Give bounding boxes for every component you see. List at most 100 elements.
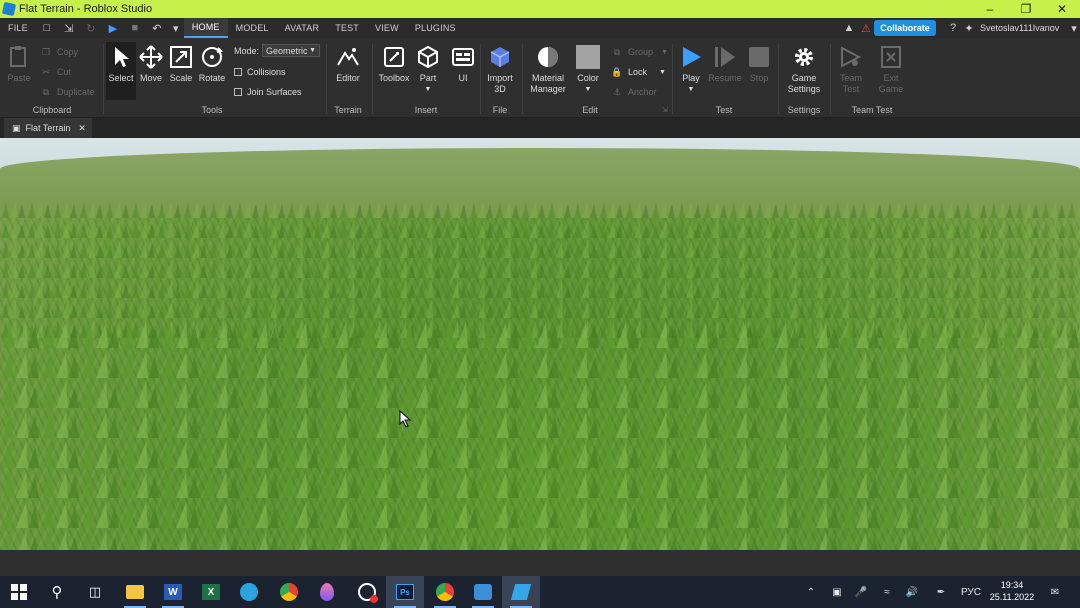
tab-test[interactable]: TEST: [327, 18, 367, 38]
taskbar-photoshop[interactable]: Ps: [386, 576, 424, 608]
anchor-button[interactable]: ⚓ Anchor: [611, 86, 657, 98]
separator: [326, 44, 327, 114]
material-manager-button[interactable]: Material Manager: [526, 44, 570, 95]
tray-app-icon[interactable]: ▣: [828, 576, 846, 608]
part-button[interactable]: Part ▼: [416, 44, 440, 95]
file-menu[interactable]: FILE: [0, 18, 36, 38]
terrain-group-label: Terrain: [334, 105, 362, 115]
group-button[interactable]: ⧉ Group ▼: [611, 46, 668, 58]
chevron-down-icon: ▼: [424, 86, 432, 93]
scale-tool-button[interactable]: Scale: [169, 44, 193, 84]
quick-access-dropdown-icon[interactable]: ▾: [172, 21, 180, 35]
paste-button[interactable]: Paste: [6, 44, 32, 84]
tab-home[interactable]: HOME: [183, 18, 228, 38]
document-tab-flat-terrain[interactable]: ▣ Flat Terrain ✕: [4, 118, 92, 138]
close-window-button[interactable]: ✕: [1044, 0, 1080, 18]
cursor-arrow-icon: [108, 44, 134, 70]
taskbar-telegram[interactable]: [230, 576, 268, 608]
task-view-icon: ◫: [88, 584, 102, 599]
stop-button[interactable]: Stop: [746, 44, 772, 84]
anchor-icon: ⚓: [612, 86, 622, 97]
new-file-icon[interactable]: □: [40, 21, 54, 35]
stop-quick-icon[interactable]: ■: [128, 21, 142, 35]
gear-icon: [791, 44, 817, 70]
tab-avatar[interactable]: AVATAR: [277, 18, 328, 38]
game-settings-button[interactable]: Game Settings: [784, 44, 824, 95]
cut-button[interactable]: ✂ Cut: [40, 66, 71, 78]
taskbar-chrome[interactable]: [270, 576, 308, 608]
help-icon[interactable]: ?: [946, 21, 960, 35]
collisions-checkbox[interactable]: Collisions: [234, 67, 286, 77]
color-button[interactable]: Color ▼: [574, 44, 602, 95]
restore-button[interactable]: ❐: [1008, 0, 1044, 18]
ui-button[interactable]: UI: [450, 44, 476, 84]
toolbox-icon: [381, 44, 407, 70]
language-indicator[interactable]: РУС: [958, 576, 984, 608]
rotate-tool-button[interactable]: Rotate: [198, 44, 226, 84]
terrain-editor-button[interactable]: Editor: [333, 44, 363, 84]
publish-icon[interactable]: ⇲: [62, 21, 76, 35]
collapse-ribbon-icon[interactable]: ▲: [842, 21, 856, 35]
system-clock[interactable]: 19:34 25.11.2022: [984, 579, 1040, 603]
import-3d-button[interactable]: Import 3D: [484, 44, 516, 95]
select-tool-button[interactable]: Select: [106, 42, 136, 100]
play-quick-icon[interactable]: ▶: [106, 21, 120, 35]
3d-viewport[interactable]: [0, 138, 1080, 550]
notifications-icon[interactable]: ⚠: [859, 21, 873, 35]
taskbar-file-explorer[interactable]: [116, 576, 154, 608]
tab-view[interactable]: VIEW: [367, 18, 407, 38]
join-surfaces-checkbox[interactable]: Join Surfaces: [234, 87, 302, 97]
taskbar-word[interactable]: W: [154, 576, 192, 608]
tray-volume[interactable]: 🔊: [902, 576, 922, 608]
play-button[interactable]: Play ▼: [678, 44, 704, 95]
minimize-button[interactable]: –: [972, 0, 1008, 18]
import-3d-icon: [487, 44, 513, 70]
telegram-icon: [240, 583, 258, 601]
tray-pen[interactable]: ✒: [930, 576, 952, 608]
taskbar-app-drop[interactable]: [308, 576, 346, 608]
paste-label: Paste: [7, 73, 31, 83]
taskbar-obs[interactable]: [348, 576, 386, 608]
team-test-group-label: Team Test: [851, 105, 893, 115]
close-icon[interactable]: ✕: [78, 123, 86, 134]
taskbar-app-blue[interactable]: [464, 576, 502, 608]
studio-bottom-panel: [0, 550, 1080, 576]
separator: [830, 44, 831, 114]
duplicate-button[interactable]: ⧉ Duplicate: [40, 86, 95, 98]
team-test-button[interactable]: Team Test: [836, 44, 866, 95]
tray-microphone[interactable]: 🎤: [852, 576, 870, 608]
user-dropdown-icon[interactable]: ▾: [1070, 21, 1078, 35]
share-icon[interactable]: ✦: [962, 21, 976, 35]
roblox-studio-taskbar-icon: [510, 584, 532, 600]
collaborate-button[interactable]: Collaborate: [874, 20, 936, 36]
tab-plugins[interactable]: PLUGINS: [407, 18, 464, 38]
mode-select[interactable]: Geometric ▼: [262, 44, 320, 57]
tab-model[interactable]: MODEL: [228, 18, 277, 38]
start-button[interactable]: [0, 576, 38, 608]
taskbar-excel[interactable]: X: [192, 576, 230, 608]
task-view-button[interactable]: ◫: [76, 576, 114, 608]
exit-game-button[interactable]: Exit Game: [876, 44, 906, 95]
toolbox-button[interactable]: Toolbox: [376, 44, 412, 84]
lock-button[interactable]: 🔒 Lock ▼: [611, 66, 666, 78]
windows-taskbar: ⚲ ◫ W X Ps ⌃ ▣ 🎤 ≈ 🔊 ✒ РУС 19:34 25.11.2…: [0, 576, 1080, 608]
resume-button[interactable]: Resume: [708, 44, 742, 84]
chevron-down-icon: ▼: [659, 68, 666, 76]
move-tool-button[interactable]: Move: [139, 44, 163, 84]
undo-icon[interactable]: ↶: [150, 21, 164, 35]
redo-icon[interactable]: ↻: [84, 21, 98, 35]
edit-settings-icon[interactable]: ⇲: [662, 106, 668, 114]
taskbar-chrome-2[interactable]: [426, 576, 464, 608]
tray-network[interactable]: ≈: [876, 576, 898, 608]
user-name[interactable]: Svetoslav111Ivanov: [980, 20, 1059, 36]
search-button[interactable]: ⚲: [38, 576, 76, 608]
chevron-down-icon: ▼: [309, 47, 316, 54]
chevron-up-icon: ⌃: [806, 586, 816, 598]
action-center-button[interactable]: ✉: [1044, 576, 1066, 608]
app-window-icon: [474, 584, 492, 600]
taskbar-roblox-studio[interactable]: [502, 576, 540, 608]
show-hidden-icons-button[interactable]: ⌃: [802, 576, 820, 608]
copy-button[interactable]: ❐ Copy: [40, 46, 78, 58]
import-3d-label: Import 3D: [487, 73, 513, 94]
move-label: Move: [139, 73, 162, 83]
